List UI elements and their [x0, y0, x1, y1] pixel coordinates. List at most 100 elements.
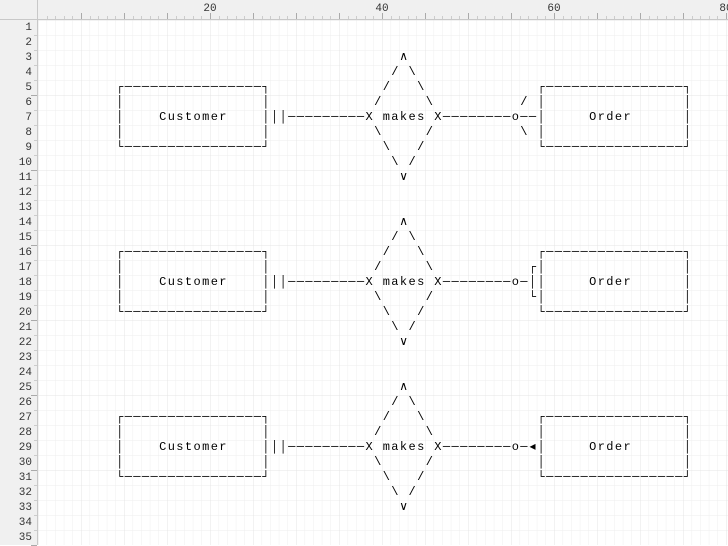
grid-cell: ─ — [631, 305, 640, 320]
grid-cell: ─ — [580, 470, 589, 485]
grid-cell: \ — [416, 410, 425, 425]
grid-cell: ─ — [606, 470, 615, 485]
grid-cell: ─ — [640, 80, 649, 95]
grid-cell: ─ — [244, 80, 253, 95]
row-tick-label: 4 — [25, 67, 32, 79]
grid-cell: │ — [262, 290, 271, 305]
grid-cell: ─ — [330, 440, 339, 455]
grid-cell: ─ — [657, 245, 666, 260]
grid-cell: k — [399, 275, 408, 290]
grid-cell: ─ — [150, 410, 159, 425]
grid-cell: ─ — [597, 140, 606, 155]
grid-cell: ─ — [477, 440, 486, 455]
grid-cell: ─ — [176, 140, 185, 155]
grid-cell: ─ — [571, 245, 580, 260]
grid-cell: ┌ — [537, 80, 546, 95]
grid-cell: ─ — [674, 80, 683, 95]
grid-cell: e — [614, 110, 623, 125]
grid-cell: \ — [408, 230, 417, 245]
grid-cell: r — [597, 440, 606, 455]
grid-cell: ┌ — [115, 80, 124, 95]
grid-cell: └ — [537, 140, 546, 155]
grid-cell: ─ — [614, 410, 623, 425]
grid-cell: / — [408, 320, 417, 335]
grid-cell: / — [416, 470, 425, 485]
grid-cell: ─ — [219, 140, 228, 155]
grid-cell: │ — [528, 275, 537, 290]
grid-cell: / — [416, 140, 425, 155]
row-tick-label: 8 — [25, 127, 32, 139]
grid-cell: ─ — [545, 305, 554, 320]
grid-cell: ─ — [219, 245, 228, 260]
grid-cell: / — [382, 245, 391, 260]
grid-cell: │ — [279, 110, 288, 125]
grid-cell: ─ — [296, 275, 305, 290]
row-tick-label: 21 — [19, 322, 32, 334]
grid-cell: \ — [520, 125, 529, 140]
grid-cell: ─ — [322, 275, 331, 290]
grid-cell: ─ — [468, 275, 477, 290]
grid-cell: ─ — [133, 80, 142, 95]
grid-cell: ─ — [520, 440, 529, 455]
grid-cell: ─ — [502, 275, 511, 290]
grid-cell: ─ — [588, 245, 597, 260]
grid-cell: ◂ — [528, 440, 537, 455]
grid-cell: ─ — [554, 410, 563, 425]
grid-cell: ─ — [649, 470, 658, 485]
grid-cell: ─ — [253, 80, 262, 95]
grid-cell: ─ — [158, 140, 167, 155]
grid-cell: ─ — [124, 245, 133, 260]
grid-cell: ─ — [545, 470, 554, 485]
row-tick-label: 29 — [19, 442, 32, 454]
grid-cell: ─ — [176, 410, 185, 425]
grid-cell: │ — [115, 290, 124, 305]
grid-cell: ─ — [193, 470, 202, 485]
grid-cell: ─ — [477, 275, 486, 290]
grid-cell: ─ — [219, 80, 228, 95]
row-tick-label: 2 — [25, 37, 32, 49]
grid-cell: ─ — [640, 470, 649, 485]
row-tick-label: 14 — [19, 217, 32, 229]
row-tick-label: 25 — [19, 382, 32, 394]
grid-cell: ─ — [563, 80, 572, 95]
grid-cell: │ — [262, 440, 271, 455]
row-tick-label: 28 — [19, 427, 32, 439]
grid-cell: ─ — [502, 440, 511, 455]
grid-cell: a — [391, 275, 400, 290]
grid-cell: ─ — [124, 410, 133, 425]
grid-cell: ─ — [623, 245, 632, 260]
grid-cell: \ — [391, 155, 400, 170]
grid-cell: ─ — [184, 80, 193, 95]
grid-cell: / — [382, 80, 391, 95]
grid-cell: O — [588, 275, 597, 290]
grid-cell: ─ — [554, 305, 563, 320]
grid-cell: s — [176, 275, 185, 290]
grid-cell: ─ — [459, 110, 468, 125]
grid-cell: ─ — [631, 80, 640, 95]
grid-cell: │ — [270, 440, 279, 455]
grid-cell: ─ — [227, 305, 236, 320]
grid-cell: ─ — [588, 410, 597, 425]
grid-cell: ─ — [236, 410, 245, 425]
grid-cell: ─ — [210, 140, 219, 155]
grid-cell: ─ — [133, 470, 142, 485]
grid-cell: │ — [537, 425, 546, 440]
grid-cell: ─ — [227, 245, 236, 260]
diagram-canvas[interactable]: ┌┐└┘────────────────────────────────││││… — [38, 20, 728, 545]
grid-cell: │ — [262, 260, 271, 275]
grid-cell: ─ — [468, 440, 477, 455]
grid-cell: ─ — [244, 245, 253, 260]
grid-cell: \ — [373, 125, 382, 140]
grid-cell: └ — [115, 470, 124, 485]
grid-cell: ─ — [545, 410, 554, 425]
grid-cell: u — [167, 110, 176, 125]
grid-cell: o — [511, 440, 520, 455]
grid-cell: ─ — [176, 470, 185, 485]
grid-cell: ─ — [133, 140, 142, 155]
grid-cell: k — [399, 440, 408, 455]
grid-cell: ┘ — [683, 305, 692, 320]
row-tick-label: 23 — [19, 352, 32, 364]
grid-cell: │ — [262, 110, 271, 125]
grid-cell: │ — [262, 275, 271, 290]
grid-cell: \ — [408, 395, 417, 410]
